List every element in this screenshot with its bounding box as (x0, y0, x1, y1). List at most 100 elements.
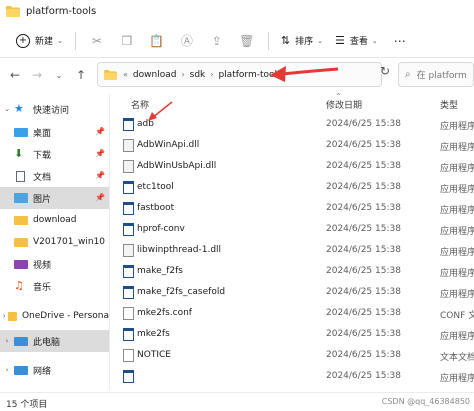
file-type: 应用程序 (440, 185, 474, 195)
copy-icon[interactable]: ❐ (112, 28, 142, 54)
file-date: 2024/6/25 15:38 (326, 224, 401, 234)
more-button[interactable]: ⋯ (388, 28, 412, 54)
column-header-type[interactable]: 类型 (440, 98, 458, 111)
address-bar[interactable]: « download › sdk › platform-tools (97, 62, 382, 87)
sidebar-item-desktop[interactable]: 桌面 📌 (0, 121, 109, 143)
file-row[interactable]: AdbWinUsbApi.dll 2024/6/25 15:38 应用程序 (112, 156, 474, 177)
file-date: 2024/6/25 15:38 (326, 245, 401, 255)
folder-icon (14, 215, 28, 225)
chevron-right-icon[interactable]: › (181, 70, 184, 79)
overflow-icon[interactable]: « (123, 70, 128, 79)
file-type: 应用程序 (440, 248, 474, 258)
sidebar-item-downloads[interactable]: ⬇ 下载 📌 (0, 143, 109, 165)
chevron-down-icon[interactable]: ⌄ (48, 71, 70, 80)
sidebar-item-network[interactable]: › 网络 (0, 359, 109, 381)
delete-icon[interactable]: 🗑 (232, 28, 262, 54)
file-row[interactable]: make_f2fs_casefold 2024/6/25 15:38 应用程序 (112, 282, 474, 303)
file-list: adb 2024/6/25 15:38 应用程序 AdbWinApi.dll 2… (112, 114, 474, 390)
file-name: hprof-conv (137, 224, 185, 234)
new-button[interactable]: + 新建 ⌄ (10, 28, 69, 54)
sidebar-item-quick-access[interactable]: ⌄ ★ 快速访问 (0, 98, 109, 120)
paste-icon[interactable]: 📋 (142, 28, 172, 54)
chevron-right-icon[interactable]: › (0, 337, 14, 345)
chevron-down-icon: ⌄ (57, 36, 63, 45)
folder-icon (6, 5, 20, 17)
forward-icon[interactable]: → (26, 68, 48, 82)
music-icon: ♫ (14, 279, 24, 292)
sidebar-item-download-folder[interactable]: download (0, 209, 109, 231)
back-icon[interactable]: ← (4, 68, 26, 82)
pin-icon[interactable]: 📌 (95, 171, 105, 180)
chevron-down-icon[interactable]: ⌄ (0, 105, 14, 113)
file-name: fastboot (137, 203, 175, 213)
search-box[interactable]: ⌕ 在 platform (398, 62, 474, 87)
document-icon (16, 170, 25, 182)
sidebar-item-music[interactable]: ♫ 音乐 (0, 275, 109, 297)
cut-icon[interactable]: ✂ (82, 28, 112, 54)
sort-button[interactable]: ⇅ 排序 ⌄ (275, 28, 329, 54)
dll-icon (123, 160, 134, 173)
download-icon: ⬇ (14, 147, 24, 160)
file-date: 2024/6/25 15:38 (326, 329, 401, 339)
chevron-right-icon[interactable]: › (0, 312, 8, 320)
file-name: adb (137, 119, 154, 129)
sidebar-item-pictures[interactable]: 图片 📌 (0, 187, 109, 209)
file-row[interactable]: make_f2fs 2024/6/25 15:38 应用程序 (112, 261, 474, 282)
window-title: platform-tools (26, 5, 97, 17)
sidebar-item-videos[interactable]: 视频 (0, 253, 109, 275)
folder-icon (104, 69, 117, 80)
file-date: 2024/6/25 15:38 (326, 203, 401, 213)
file-row[interactable]: libwinpthread-1.dll 2024/6/25 15:38 应用程序 (112, 240, 474, 261)
column-header-date[interactable]: 修改日期 (326, 98, 362, 111)
refresh-icon[interactable]: ↻ (374, 64, 396, 84)
sort-label: 排序 (295, 37, 314, 47)
file-row[interactable]: etc1tool 2024/6/25 15:38 应用程序 (112, 177, 474, 198)
file-row[interactable]: hprof-conv 2024/6/25 15:38 应用程序 (112, 219, 474, 240)
dll-icon (123, 244, 134, 257)
breadcrumb-download[interactable]: download (133, 70, 177, 80)
file-row[interactable]: AdbWinApi.dll 2024/6/25 15:38 应用程序 (112, 135, 474, 156)
sidebar-item-label: 网络 (33, 366, 52, 377)
file-type: 应用程序 (440, 269, 474, 279)
sidebar-item-v201701[interactable]: V201701_win10 (0, 231, 109, 253)
new-label: 新建 (35, 37, 54, 47)
file-row[interactable]: NOTICE 2024/6/25 15:38 文本文档 (112, 345, 474, 366)
pin-icon[interactable]: 📌 (95, 127, 105, 136)
folder-icon (14, 237, 28, 247)
column-header-name[interactable]: 名称 (131, 98, 149, 111)
pin-icon[interactable]: 📌 (95, 149, 105, 158)
view-button[interactable]: ☰ 查看 ⌄ (329, 28, 384, 54)
up-icon[interactable]: ↑ (70, 68, 92, 82)
view-icon: ☰ (335, 34, 345, 47)
star-icon: ★ (14, 102, 24, 115)
file-date: 2024/6/25 15:38 (326, 161, 401, 171)
chevron-right-icon[interactable]: › (210, 70, 213, 79)
search-placeholder: 在 platform (416, 71, 467, 81)
column-headers: ⌃ 名称 修改日期 类型 (112, 92, 474, 114)
chevron-right-icon[interactable]: › (0, 366, 14, 374)
breadcrumb-sdk[interactable]: sdk (190, 70, 206, 80)
toolbar-divider (74, 31, 76, 50)
rename-icon[interactable]: Ⓐ (172, 28, 202, 54)
file-name: mke2fs.conf (137, 308, 192, 318)
sidebar-item-onedrive[interactable]: › OneDrive - Persona (0, 305, 109, 327)
file-row[interactable]: mke2fs 2024/6/25 15:38 应用程序 (112, 324, 474, 345)
exe-icon (123, 328, 134, 341)
watermark: CSDN @qq_46384850 (381, 397, 470, 406)
breadcrumb-platform-tools[interactable]: platform-tools (218, 70, 281, 80)
sidebar-item-documents[interactable]: 文档 📌 (0, 165, 109, 187)
file-name: AdbWinUsbApi.dll (137, 161, 217, 171)
file-row[interactable]: adb 2024/6/25 15:38 应用程序 (112, 114, 474, 135)
share-icon[interactable]: ⇪ (202, 28, 232, 54)
file-type: 应用程序 (440, 143, 474, 153)
pin-icon[interactable]: 📌 (95, 193, 105, 202)
file-type: 应用程序 (440, 227, 474, 237)
sidebar-item-label: 视频 (33, 260, 52, 271)
file-type: 应用程序 (440, 164, 474, 174)
file-row[interactable]: 2024/6/25 15:38 应用程序 (112, 366, 474, 387)
file-row[interactable]: fastboot 2024/6/25 15:38 应用程序 (112, 198, 474, 219)
sidebar-item-label: V201701_win10 (33, 237, 106, 247)
sidebar-item-this-pc[interactable]: › 此电脑 (0, 330, 109, 352)
file-row[interactable]: mke2fs.conf 2024/6/25 15:38 CONF 文件 (112, 303, 474, 324)
sidebar-item-label: 文档 (33, 172, 52, 183)
